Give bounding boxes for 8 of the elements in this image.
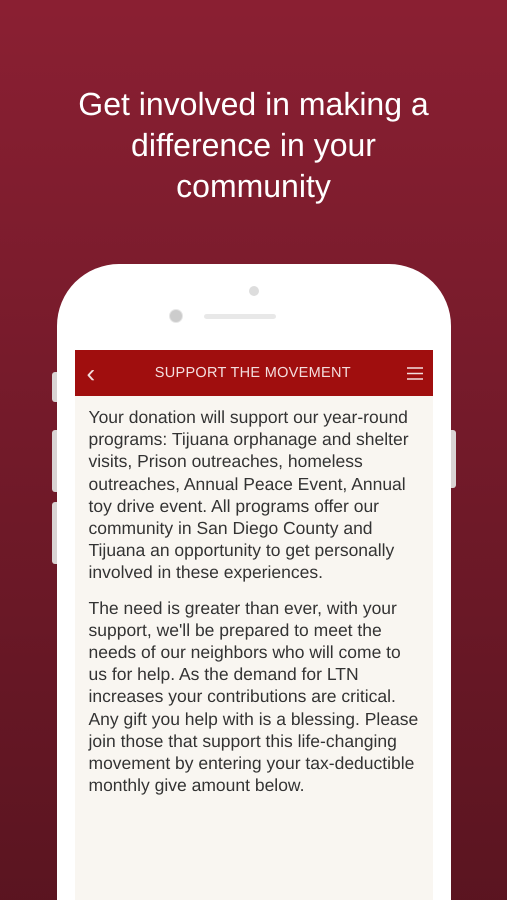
screen-title: SUPPORT THE MOVEMENT [154, 365, 352, 381]
camera-icon [169, 309, 183, 323]
body-paragraph: The need is greater than ever, with your support, we'll be prepared to meet the needs of our neighbors who will come to us for help. As the demand for LTN increases your contributions are critical. Any gift you help with is a blessing. Please join those that support this life-changing movement by entering your tax-deductible monthly give amount below. [88, 596, 420, 796]
menu-icon[interactable] [406, 366, 422, 380]
headline: Get involved in making a difference in your community [77, 85, 430, 206]
body-paragraph: Your donation will support our year-round programs: Tijuana orphanage and shelter visits, Prison outreaches, homeless outreaches, Annual Peace Event, Annual toy drive event. All programs offer our community in San Diego County and Tijuana an opportunity to get personally involved in these experiences. [88, 406, 410, 584]
sensor-dot [248, 286, 258, 296]
back-button[interactable]: ‹ [82, 360, 100, 386]
